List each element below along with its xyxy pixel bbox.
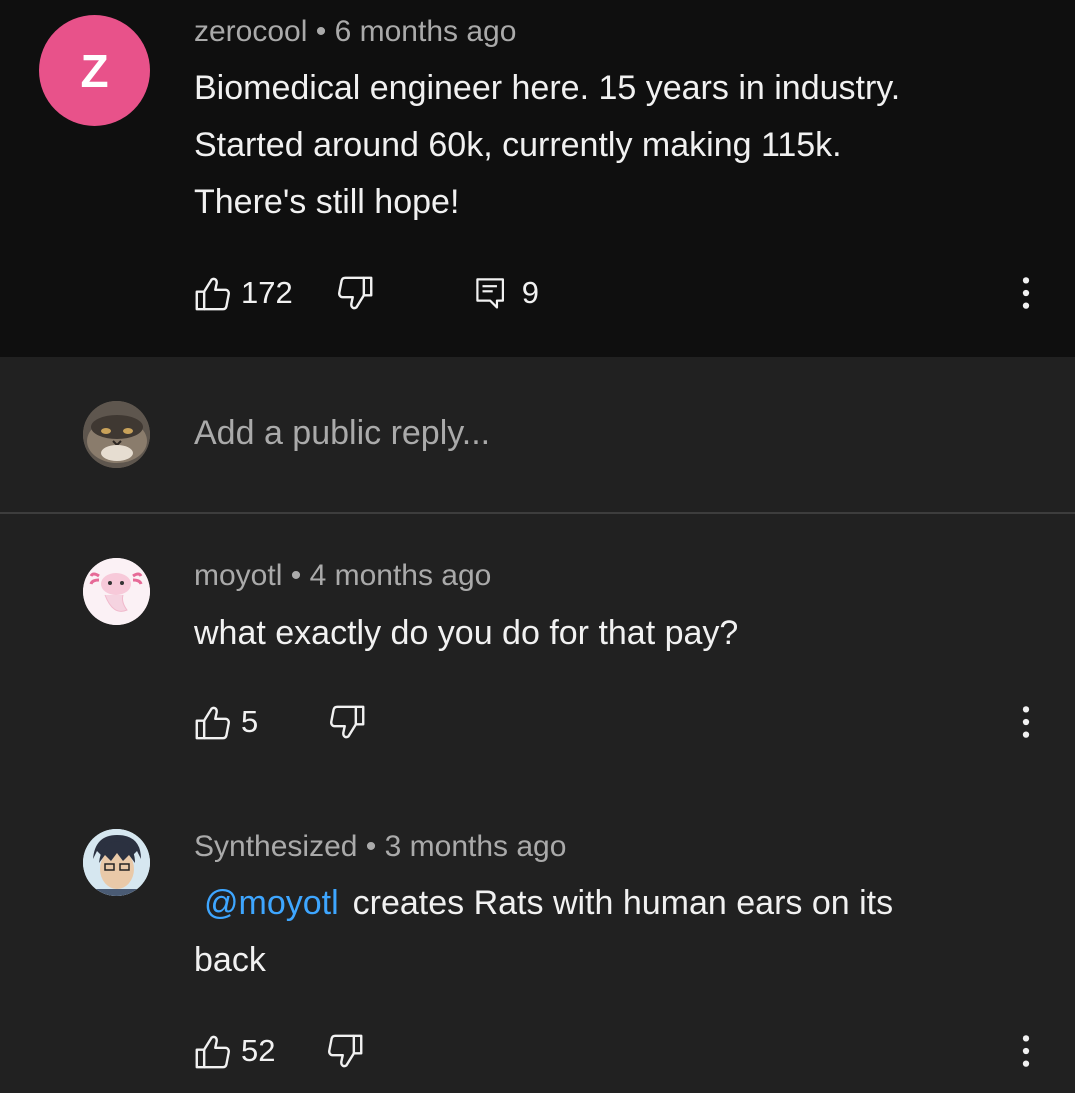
reply-meta: Synthesized • 3 months ago (194, 830, 566, 864)
avatar-synthesized[interactable] (83, 829, 150, 896)
dislike-button[interactable] (327, 1033, 364, 1070)
comment-more-button[interactable] (1006, 268, 1046, 318)
thumbs-down-icon (327, 1033, 364, 1070)
thumbs-up-icon (194, 1033, 231, 1070)
reply-author[interactable]: Synthesized (194, 830, 357, 863)
avatar-zerocool[interactable]: Z (39, 15, 150, 126)
avatar-letter: Z (80, 44, 109, 97)
comment-line: Biomedical engineer here. 15 years in in… (194, 69, 901, 107)
reply-actions: 52 (194, 1026, 364, 1076)
more-vert-icon (1020, 1033, 1032, 1069)
like-count: 5 (241, 704, 259, 739)
thumbs-up-icon (194, 704, 231, 741)
reply-meta: moyotl • 4 months ago (194, 559, 491, 593)
reply-text: what exactly do you do for that pay? (194, 605, 1054, 662)
reply-line-text: creates Rats with human ears on its (352, 884, 894, 922)
reply-actions: 5 (194, 697, 366, 747)
comment-actions: 172 9 (194, 268, 539, 318)
more-vert-icon (1020, 704, 1032, 740)
comment-text: Biomedical engineer here. 15 years in in… (194, 60, 1054, 231)
mention-link[interactable]: @moyotl (204, 884, 339, 922)
meta-separator: • (315, 15, 327, 48)
reply-more-button[interactable] (1006, 1026, 1046, 1076)
reply-line: what exactly do you do for that pay? (194, 614, 739, 652)
reply-text: @moyotl creates Rats with human ears on i… (194, 875, 1054, 989)
like-button[interactable]: 5 (194, 704, 258, 741)
reply-more-button[interactable] (1006, 697, 1046, 747)
comment-time: 6 months ago (334, 15, 517, 48)
thumbs-down-icon (337, 275, 374, 312)
reply-line: back (194, 941, 266, 979)
dislike-button[interactable] (337, 275, 374, 312)
reply-time: 4 months ago (309, 559, 492, 592)
dislike-button[interactable] (329, 704, 366, 741)
like-count: 52 (241, 1033, 276, 1068)
comment-meta: zerocool • 6 months ago (194, 15, 516, 49)
reply-icon (474, 276, 508, 310)
thumbs-down-icon (329, 704, 366, 741)
like-button[interactable]: 172 (194, 275, 293, 312)
divider (0, 512, 1075, 514)
current-user-avatar[interactable] (83, 401, 150, 468)
axolotl-avatar-image (83, 558, 150, 625)
comment-line: There's still hope! (194, 183, 460, 221)
reply-count: 9 (521, 275, 539, 310)
cat-avatar-image (83, 401, 150, 468)
avatar-moyotl[interactable] (83, 558, 150, 625)
meta-separator: • (365, 830, 377, 863)
anime-avatar-image (83, 829, 150, 896)
meta-separator: • (290, 559, 302, 592)
thumbs-up-icon (194, 275, 231, 312)
reply-button[interactable]: 9 (474, 275, 539, 311)
like-count: 172 (241, 275, 293, 310)
comment-author[interactable]: zerocool (194, 15, 307, 48)
reply-input[interactable]: Add a public reply... (194, 414, 490, 453)
like-button[interactable]: 52 (194, 1033, 275, 1070)
reply-author[interactable]: moyotl (194, 559, 282, 592)
reply-time: 3 months ago (384, 830, 567, 863)
comment-line: Started around 60k, currently making 115… (194, 126, 842, 164)
reply-line: @moyotl creates Rats with human ears on i… (194, 875, 1054, 932)
more-vert-icon (1020, 275, 1032, 311)
